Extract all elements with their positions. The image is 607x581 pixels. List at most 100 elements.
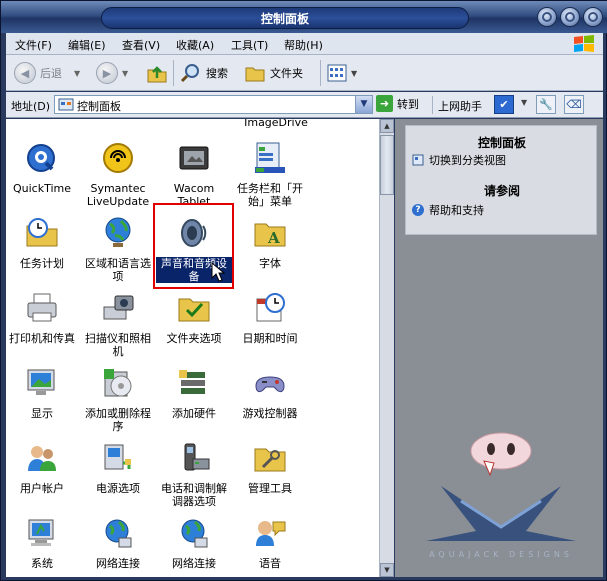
list-item[interactable]: 任务计划: [6, 216, 80, 270]
folders-icon: [245, 67, 265, 82]
list-item[interactable]: 显示: [6, 366, 80, 420]
list-item[interactable]: 管理工具: [232, 441, 308, 495]
go-arrow-icon: ➜: [376, 95, 393, 112]
menu-favorites[interactable]: 收藏(A): [176, 37, 214, 53]
minimize-button[interactable]: [537, 7, 557, 27]
list-item[interactable]: 系统: [6, 516, 80, 570]
liveupdate-icon: [103, 143, 133, 173]
see-also-title: 请参阅: [483, 184, 520, 198]
close-button[interactable]: [583, 7, 603, 27]
list-item[interactable]: 区域和语言选项: [80, 216, 156, 283]
item-label: 网络连接: [172, 557, 216, 570]
menu-bar: 文件(F) 编辑(E) 查看(V) 收藏(A) 工具(T) 帮助(H): [6, 33, 603, 55]
list-item[interactable]: 语音: [232, 516, 308, 570]
maximize-button[interactable]: [560, 7, 580, 27]
item-label: 电源选项: [96, 482, 140, 495]
item-label: 字体: [259, 257, 281, 270]
list-item[interactable]: 电源选项: [80, 441, 156, 495]
power-icon: [104, 444, 131, 470]
network-icon: [181, 519, 208, 548]
item-label: 网络连接: [96, 557, 140, 570]
list-item[interactable]: 添加硬件: [156, 366, 232, 420]
item-label: 显示: [31, 407, 53, 420]
icon-list-pane: ImageDrive QuickTime Symantec LiveUpdate…: [6, 119, 379, 577]
switch-category-view-link[interactable]: 切换到分类视图: [412, 152, 506, 168]
svg-text:A: A: [267, 229, 280, 247]
list-item[interactable]: A 字体: [232, 216, 308, 270]
back-dropdown-icon[interactable]: ▼: [74, 69, 80, 78]
list-item[interactable]: 任务栏和「开始」菜单: [232, 141, 308, 208]
partial-item-label[interactable]: ImageDrive: [236, 119, 316, 129]
menu-tools[interactable]: 工具(T): [231, 37, 268, 53]
address-value: 控制面板: [77, 100, 121, 113]
eraser-icon[interactable]: ⌫: [564, 95, 584, 114]
list-item[interactable]: 网络连接: [156, 516, 232, 570]
window-title: 控制面板: [260, 12, 309, 26]
list-item[interactable]: 扫描仪和照相机: [80, 291, 156, 358]
list-item[interactable]: Wacom Tablet: [156, 141, 232, 208]
folders-button[interactable]: 文件夹: [244, 60, 303, 86]
item-label: 电话和调制解调器选项: [161, 482, 227, 508]
list-item[interactable]: 网络连接: [80, 516, 156, 570]
up-folder-button[interactable]: [146, 60, 168, 86]
item-label: 添加或删除程序: [85, 407, 151, 433]
list-item[interactable]: QuickTime: [6, 141, 80, 195]
list-item[interactable]: Symantec LiveUpdate: [80, 141, 156, 208]
scroll-down-icon[interactable]: ▼: [380, 563, 394, 577]
scroll-thumb[interactable]: [380, 135, 394, 195]
printer-icon: [27, 293, 57, 322]
switch-category-view-label: 切换到分类视图: [429, 154, 506, 167]
menu-edit[interactable]: 编辑(E): [68, 37, 106, 53]
item-label: 游戏控制器: [242, 407, 298, 420]
menu-help[interactable]: 帮助(H): [284, 37, 323, 53]
vertical-scrollbar[interactable]: ▲ ▼: [379, 119, 394, 577]
scheduled-tasks-icon: [26, 218, 58, 247]
list-item[interactable]: 电话和调制解调器选项: [156, 441, 232, 508]
list-item[interactable]: 日期和时间: [232, 291, 308, 345]
item-label: 用户帐户: [20, 482, 64, 495]
list-item[interactable]: 游戏控制器: [232, 366, 308, 420]
list-item[interactable]: 用户帐户: [6, 441, 80, 495]
list-item[interactable]: 打印机和传真: [6, 291, 80, 345]
back-button[interactable]: ◀ 后退 ▼: [14, 60, 80, 86]
help-icon: ?: [412, 204, 424, 216]
search-icon: [180, 64, 199, 83]
helper-check-icon[interactable]: ✔: [494, 95, 514, 114]
item-label: QuickTime: [12, 182, 72, 195]
minimize-icon: [542, 12, 552, 22]
branding-text: AQUAJACK DESIGNS: [429, 550, 573, 559]
folder-options-icon: [178, 298, 210, 322]
forward-arrow-icon: ▶: [96, 62, 118, 84]
item-label: 扫描仪和照相机: [85, 332, 151, 358]
forward-button[interactable]: ▶ ▼: [96, 60, 128, 86]
wrench-icon[interactable]: 🔧: [536, 95, 556, 114]
menu-file[interactable]: 文件(F): [15, 37, 52, 53]
views-dropdown-icon: ▼: [351, 68, 358, 78]
go-button[interactable]: ➜ 转到: [376, 95, 419, 112]
up-folder-icon: [147, 66, 167, 83]
search-button[interactable]: 搜索: [180, 60, 228, 86]
item-label: 任务计划: [20, 257, 64, 270]
help-support-label: 帮助和支持: [429, 204, 484, 217]
menu-view[interactable]: 查看(V): [122, 37, 160, 53]
address-input[interactable]: 控制面板 ▼: [54, 95, 373, 114]
admin-tools-icon: [254, 448, 286, 472]
title-bar[interactable]: 控制面板: [1, 1, 607, 33]
scroll-up-icon[interactable]: ▲: [380, 119, 394, 133]
forward-dropdown-icon[interactable]: ▼: [122, 69, 128, 78]
highlight-box: [153, 203, 234, 289]
taskbar-icon: [255, 142, 285, 173]
views-button[interactable]: ▼: [326, 60, 357, 86]
task-pane-title: 控制面板: [477, 136, 526, 150]
item-label: 任务栏和「开始」菜单: [237, 182, 303, 208]
scanner-icon: [103, 295, 134, 320]
helper-dropdown-icon[interactable]: ▼: [521, 98, 527, 107]
views-icon: [327, 64, 347, 82]
list-item[interactable]: 添加或删除程序: [80, 366, 156, 433]
hardware-icon: [179, 370, 205, 394]
toolbar-separator: [173, 60, 174, 86]
close-icon: [588, 12, 598, 22]
address-dropdown-button[interactable]: ▼: [355, 96, 372, 113]
help-support-link[interactable]: ? 帮助和支持: [412, 202, 484, 218]
list-item[interactable]: 文件夹选项: [156, 291, 232, 345]
